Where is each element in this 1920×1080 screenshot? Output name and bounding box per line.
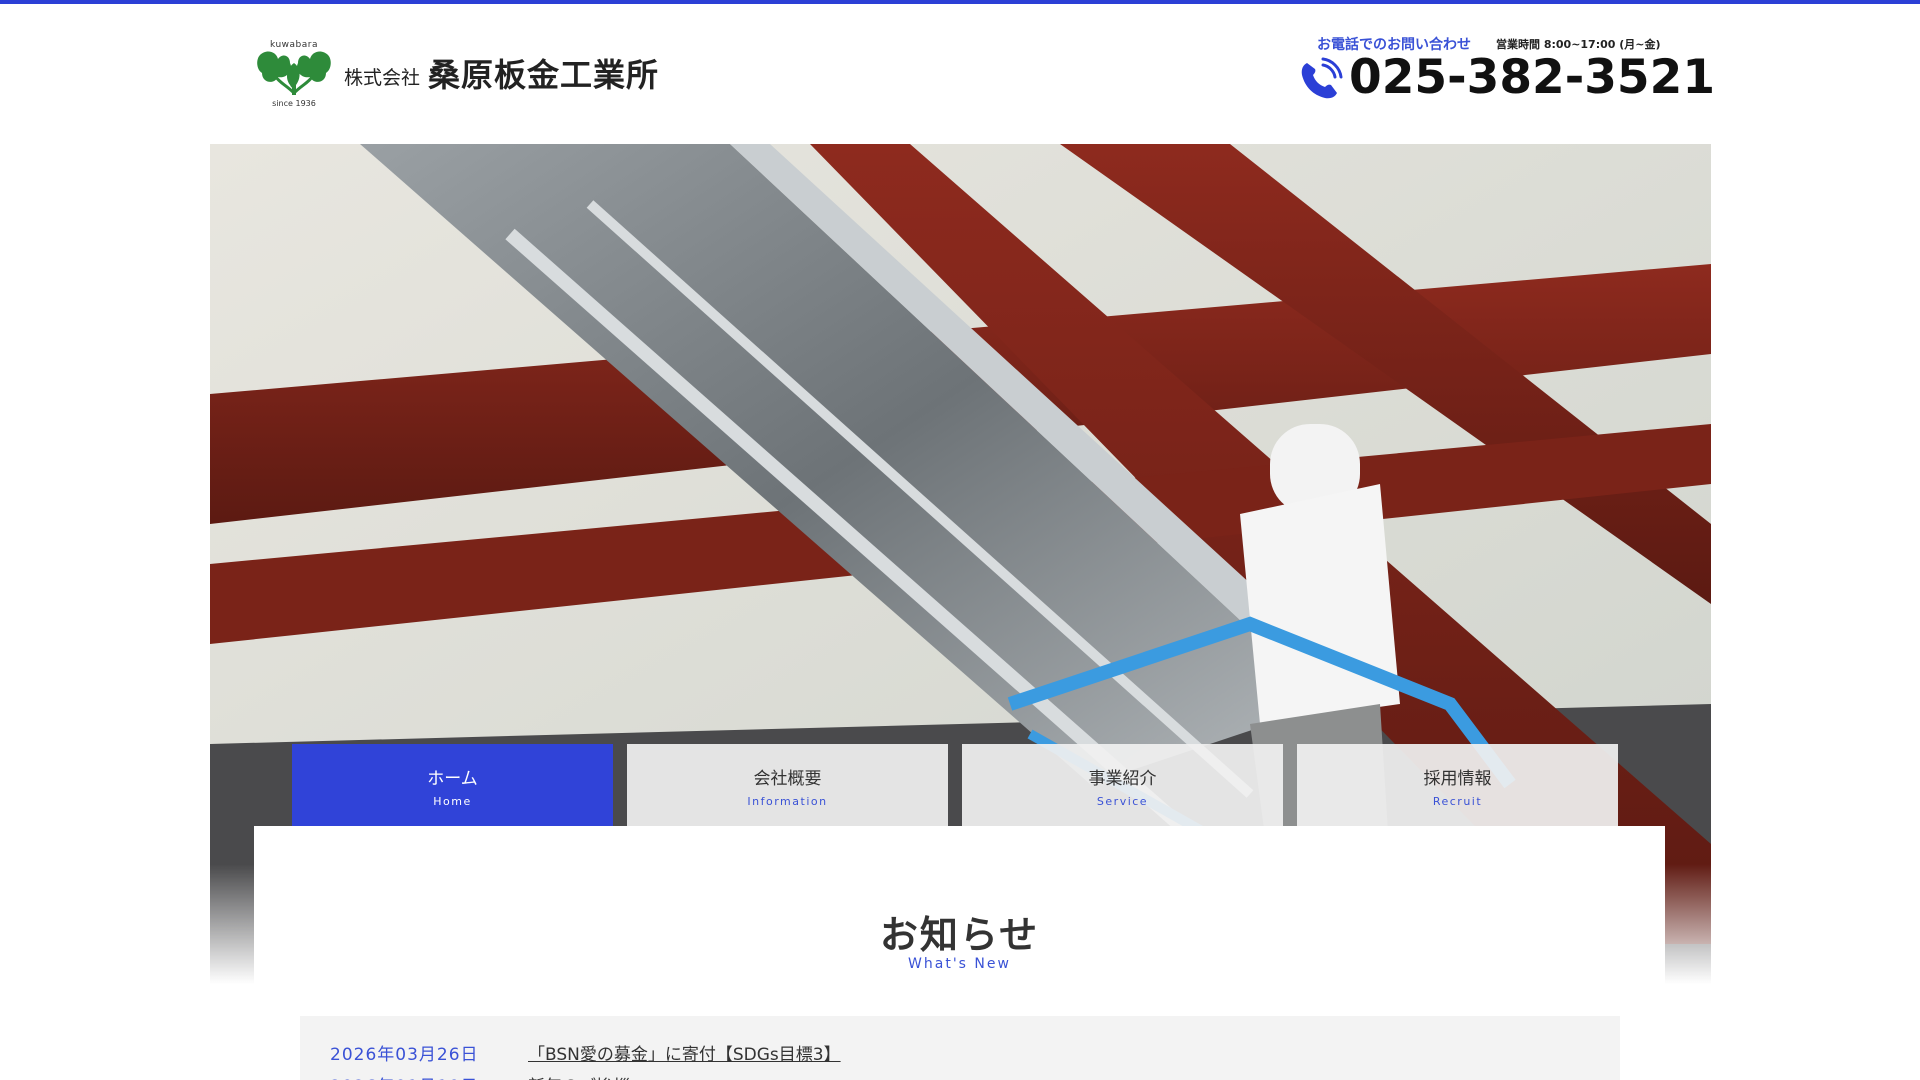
nav-sublabel: Information: [747, 795, 828, 808]
nav-sublabel: Home: [433, 795, 472, 808]
nav-item-information[interactable]: 会社概要 Information: [627, 744, 948, 826]
news-link[interactable]: 「BSN愛の募金」に寄付【SDGs目標3】: [528, 1040, 841, 1065]
nav-label: 採用情報: [1423, 769, 1492, 789]
logo-company-prefix: 株式会社: [344, 66, 421, 89]
nav-label: 事業紹介: [1088, 769, 1157, 789]
news-date: 2026年03月26日: [330, 1045, 479, 1065]
news-link[interactable]: 新年のご挨拶: [528, 1072, 630, 1080]
nav-label: 会社概要: [753, 769, 822, 789]
news-heading: お知らせ: [879, 913, 1040, 957]
phone-icon: [1301, 57, 1343, 99]
news-item[interactable]: 2026年03月26日 「BSN愛の募金」に寄付【SDGs目標3】: [300, 1040, 1620, 1070]
logo-company-name: 桑原板金工業所: [428, 56, 660, 94]
logo-emblem: kuwabara since 1936: [254, 40, 334, 108]
news-date: 2026年01月10日: [330, 1072, 479, 1080]
logo-arc-bottom-text: since 1936: [272, 99, 316, 108]
nav-sublabel: Service: [1096, 795, 1149, 808]
site-logo[interactable]: kuwabara since 1936 株式会社 桑原板金工業所: [254, 40, 674, 108]
contact-block: お電話でのお問い合わせ 営業時間 8:00~17:00 (月~金) 025-38…: [1296, 30, 1715, 110]
news-subheading: What's New: [908, 956, 1011, 972]
nav-item-service[interactable]: 事業紹介 Service: [962, 744, 1283, 826]
nav-label: ホーム: [427, 769, 478, 789]
site-header: kuwabara since 1936 株式会社 桑原板金工業所 お電話でのお問…: [0, 4, 1920, 144]
news-list: 2026年03月26日 「BSN愛の募金」に寄付【SDGs目標3】 2026年0…: [300, 1016, 1620, 1080]
nav-item-home[interactable]: ホーム Home: [292, 744, 613, 836]
nav-sublabel: Recruit: [1432, 795, 1483, 808]
phone-number-link[interactable]: 025-382-3521: [1349, 50, 1715, 105]
news-item[interactable]: 2026年01月10日 新年のご挨拶: [300, 1072, 1620, 1080]
nav-item-recruit[interactable]: 採用情報 Recruit: [1297, 744, 1618, 826]
mulberry-leaf-icon: [257, 51, 331, 96]
main-navigation: ホーム Home 会社概要 Information 事業紹介 Service 採…: [292, 744, 1618, 836]
